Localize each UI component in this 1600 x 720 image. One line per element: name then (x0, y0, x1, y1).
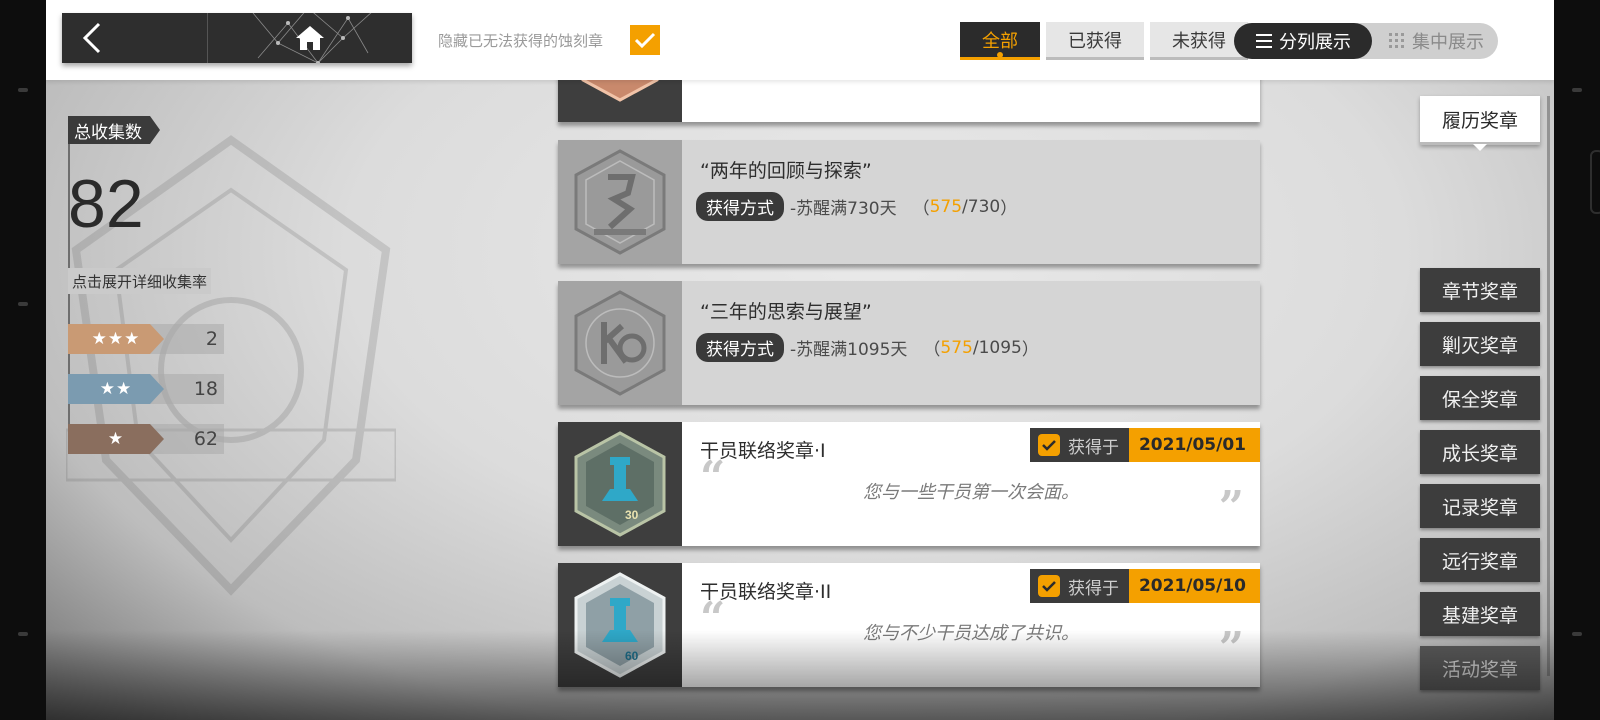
back-button[interactable] (62, 13, 208, 63)
medal-acquisition: 获得方式 -苏醒满730天 （ 575 /730 ） (696, 192, 1017, 221)
nav-box (62, 13, 412, 63)
view-mode-grid-button[interactable]: 集中展示 (1374, 23, 1498, 59)
view-mode-list-label: 分列展示 (1279, 32, 1351, 53)
rarity-2star-badge: ★★ (68, 374, 164, 404)
quote-close-icon: ” (1218, 623, 1244, 674)
medal-card[interactable]: “三年的思索与展望” 获得方式 -苏醒满1095天 （ 575 /1095 ） (558, 281, 1260, 405)
home-icon (296, 26, 324, 50)
acquisition-method-tag: 获得方式 (696, 192, 784, 221)
medal-title: “三年的思索与展望” (700, 301, 872, 323)
progress-close-paren: ） (1021, 340, 1039, 360)
category-tab-chapter[interactable]: 章节奖章 (1420, 268, 1540, 312)
progress-current: 575 (940, 337, 973, 358)
medal-icon (558, 140, 682, 264)
recruitment-30-medal-icon: 30 (574, 431, 666, 537)
progress-open-paren: （ (912, 199, 930, 219)
bezel-mark (18, 88, 28, 92)
list-icon (1256, 34, 1272, 48)
medal-icon (558, 281, 682, 405)
obtained-label: 获得于 (1067, 437, 1119, 458)
quote-close-icon: ” (1218, 482, 1244, 533)
view-mode-toggle: 分列展示 集中展示 (1234, 23, 1498, 59)
progress-current: 575 (929, 196, 963, 217)
rarity-2star-count: 18 (193, 378, 218, 400)
total-collection-label: 总收集数 (68, 116, 160, 144)
medal-body: 干员联络奖章·II 获得于 2021/05/10 “ 您与不少干员达成了共识。 … (682, 563, 1260, 687)
bezel-mark (1572, 632, 1582, 636)
category-tab-security[interactable]: 保全奖章 (1420, 376, 1540, 420)
progress-total: /730 (962, 196, 1001, 217)
hide-unobtainable-checkbox[interactable] (630, 25, 660, 55)
category-tab-growth[interactable]: 成长奖章 (1420, 430, 1540, 474)
category-scrollbar[interactable] (1547, 96, 1550, 676)
obtained-check-icon (1037, 434, 1060, 456)
check-icon (634, 32, 656, 49)
filter-tabs: 全部 已获得 未获得 (960, 22, 1248, 60)
medal-card[interactable]: “两年的回顾与探索” 获得方式 -苏醒满730天 （ 575 /730 ） (558, 140, 1260, 264)
medal-card[interactable]: 60 干员联络奖章·II 获得于 2021/05/10 “ 您与不少干员达成了共… (558, 563, 1260, 687)
progress-open-paren: （ (923, 340, 941, 360)
progress-total: /1095 (972, 337, 1022, 358)
medal-acquisition: 获得方式 -苏醒满1095天 （ 575 /1095 ） (696, 333, 1039, 362)
acquisition-method-text: -苏醒满730天 (790, 199, 897, 219)
rarity-1star-count: 62 (193, 428, 218, 450)
obtained-check-icon (1037, 575, 1060, 597)
obtained-date: 2021/05/01 (1128, 428, 1260, 462)
expand-collection-rate-button[interactable]: 点击展开详细收集率 (68, 268, 212, 294)
obtained-label-box: 获得于 (1029, 428, 1129, 462)
back-arrow-icon (82, 22, 101, 54)
medal-icon: 30 (558, 422, 682, 546)
medal-description: 您与不少干员达成了共识。 (863, 623, 1079, 644)
category-tab-base[interactable]: 基建奖章 (1420, 592, 1540, 636)
medal-number: 30 (625, 508, 639, 522)
rarity-row-1star: ★ 62 (68, 424, 224, 454)
medal-body: “两年的回顾与探索” 获得方式 -苏醒满730天 （ 575 /730 ） (682, 140, 1260, 264)
category-tab-history[interactable]: 履历奖章 (1420, 96, 1540, 151)
device-bezel-left (0, 0, 46, 720)
obtained-badge: 获得于 2021/05/10 (1029, 569, 1260, 603)
rarity-3star-badge: ★★★ (68, 324, 164, 354)
category-tab-expedition[interactable]: 远行奖章 (1420, 538, 1540, 582)
rarity-3star-count: 2 (205, 328, 218, 350)
obtained-date: 2021/05/10 (1128, 569, 1260, 603)
medal-description: 您与一些干员第一次会面。 (863, 482, 1079, 503)
view-mode-list-button[interactable]: 分列展示 (1234, 23, 1372, 59)
top-bar: 隐藏已无法获得的蚀刻章 全部 已获得 未获得 分列展示 集中展示 (46, 0, 1554, 80)
home-button[interactable] (208, 13, 412, 63)
rarity-1star-badge: ★ (68, 424, 164, 454)
bezel-mark (18, 302, 28, 306)
rarity-row-2star: ★★ 18 (68, 374, 224, 404)
category-tab-record[interactable]: 记录奖章 (1420, 484, 1540, 528)
side-button (1590, 150, 1600, 214)
screen: 隐藏已无法获得的蚀刻章 全部 已获得 未获得 分列展示 集中展示 总收集数 82… (46, 0, 1554, 720)
progress-close-paren: ） (1000, 199, 1018, 219)
medal-title: “两年的回顾与探索” (700, 160, 872, 182)
medal-body: 干员联络奖章·I 获得于 2021/05/01 “ 您与一些干员第一次会面。 ” (682, 422, 1260, 546)
medal-card[interactable]: 30 干员联络奖章·I 获得于 2021/05/01 “ 您与一些干员第一次会面… (558, 422, 1260, 546)
bezel-mark (1572, 88, 1582, 92)
filter-tab-all[interactable]: 全部 (960, 22, 1040, 60)
grid-dots-icon (1389, 33, 1404, 48)
recruitment-60-medal-icon: 60 (574, 572, 666, 678)
medal-body: “三年的思索与展望” 获得方式 -苏醒满1095天 （ 575 /1095 ） (682, 281, 1260, 405)
obtained-label: 获得于 (1067, 578, 1119, 599)
acquisition-method-tag: 获得方式 (696, 333, 784, 362)
medal-number: 60 (625, 649, 639, 663)
obtained-label-box: 获得于 (1029, 569, 1129, 603)
category-tab-event[interactable]: 活动奖章 (1420, 646, 1540, 690)
device-bezel-right (1554, 0, 1600, 720)
bezel-mark (18, 632, 28, 636)
obtained-badge: 获得于 2021/05/01 (1029, 428, 1260, 462)
filter-tab-obtained[interactable]: 已获得 (1046, 22, 1144, 60)
medal-icon: 60 (558, 563, 682, 687)
acquisition-method-text: -苏醒满1095天 (790, 340, 908, 360)
category-tab-annihilation[interactable]: 剿灭奖章 (1420, 322, 1540, 366)
second-year-medal-icon (574, 149, 666, 255)
hide-unobtainable-label: 隐藏已无法获得的蚀刻章 (438, 32, 604, 50)
view-mode-grid-label: 集中展示 (1412, 32, 1484, 53)
total-collection-count: 82 (68, 166, 144, 242)
third-year-medal-icon (574, 290, 666, 396)
rarity-row-3star: ★★★ 2 (68, 324, 224, 354)
